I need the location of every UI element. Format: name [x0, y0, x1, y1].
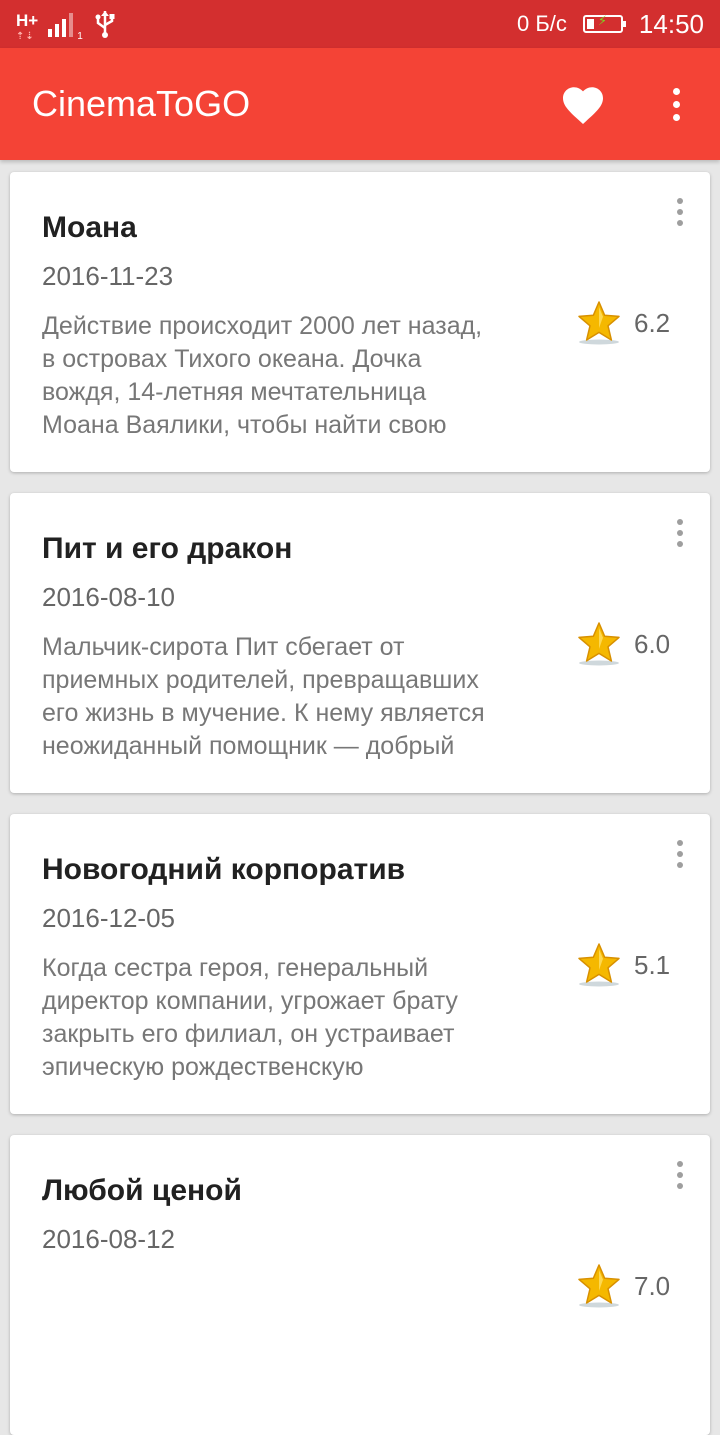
- movie-overview: [42, 1273, 502, 1405]
- movie-title: Пит и его дракон: [42, 532, 293, 565]
- movie-release-date: 2016-08-12: [42, 1224, 175, 1254]
- battery-charging-icon: ⚡: [582, 14, 626, 33]
- app-bar: CinemaToGO: [0, 48, 720, 160]
- movie-card[interactable]: Пит и его дракон 2016-08-10 Мальчик-сиро…: [10, 493, 710, 793]
- star-icon: [578, 1264, 620, 1308]
- movie-release-date: 2016-11-23: [42, 261, 174, 291]
- star-icon: [578, 301, 620, 345]
- usb-icon: [95, 11, 115, 38]
- movie-card[interactable]: Новогодний корпоратив 2016-12-05 Когда с…: [10, 814, 710, 1114]
- status-bar: H+ ⇡⇣ 1 0 Б/с ⚡ 14:50: [0, 0, 720, 48]
- movie-title: Новогодний корпоратив: [42, 853, 406, 886]
- data-activity-icon: ⇡⇣: [16, 30, 35, 42]
- overflow-menu-button[interactable]: [656, 76, 696, 132]
- star-icon: [578, 943, 620, 987]
- movie-rating: 6.2: [576, 300, 670, 346]
- heart-icon: [563, 87, 603, 124]
- movie-title: Моана: [42, 211, 137, 244]
- movie-title: Любой ценой: [42, 1174, 242, 1207]
- card-overflow-menu-button[interactable]: [672, 194, 688, 230]
- movie-overview: Действие происходит 2000 лет назад, в ос…: [42, 312, 483, 439]
- card-overflow-menu-button[interactable]: [672, 515, 688, 551]
- rating-value: 6.2: [634, 307, 671, 338]
- movie-overview: Мальчик-сирота Пит сбегает от приемных р…: [42, 633, 485, 760]
- rating-value: 5.1: [634, 949, 671, 980]
- network-type-indicator: H+ ⇡⇣: [16, 10, 39, 42]
- more-vert-icon: [677, 519, 683, 525]
- movie-rating: 5.1: [576, 942, 670, 988]
- rating-value: 6.0: [634, 628, 671, 659]
- movie-card[interactable]: Любой ценой 2016-08-12 7.0: [10, 1135, 710, 1435]
- more-vert-icon: [677, 198, 683, 204]
- app-title: CinemaToGO: [32, 83, 251, 124]
- movie-card[interactable]: Моана 2016-11-23 Действие происходит 200…: [10, 172, 710, 472]
- movie-release-date: 2016-12-05: [42, 903, 175, 933]
- movie-rating: 6.0: [576, 621, 670, 667]
- more-vert-icon: [677, 840, 683, 846]
- card-overflow-menu-button[interactable]: [672, 836, 688, 872]
- favorites-button[interactable]: [552, 76, 614, 132]
- card-overflow-menu-button[interactable]: [672, 1157, 688, 1193]
- network-type-label: H+: [16, 10, 39, 30]
- movie-overview: Когда сестра героя, генеральный директор…: [42, 954, 458, 1081]
- sim-index: 1: [77, 31, 83, 42]
- network-speed: 0 Б/с: [517, 11, 567, 36]
- more-vert-icon: [677, 1161, 683, 1167]
- rating-value: 7.0: [634, 1270, 671, 1301]
- movie-rating: 7.0: [576, 1263, 670, 1309]
- star-icon: [578, 622, 620, 666]
- overflow-menu-icon: [672, 87, 680, 95]
- movie-release-date: 2016-08-10: [42, 582, 175, 612]
- signal-strength-icon: [48, 11, 74, 37]
- clock: 14:50: [638, 8, 704, 39]
